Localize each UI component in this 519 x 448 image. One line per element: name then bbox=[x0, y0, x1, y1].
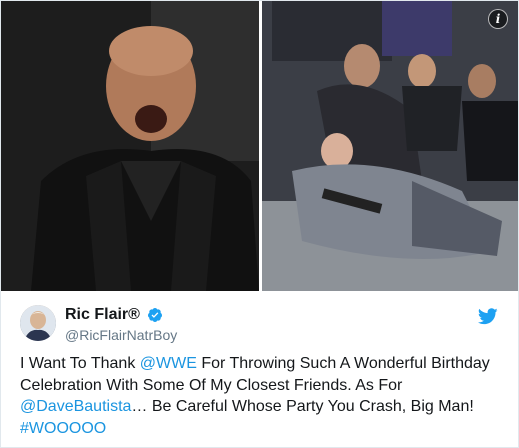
hashtag-woooooo-link[interactable]: #WOOOOO bbox=[20, 420, 106, 437]
tweet-header: Ric Flair® @RicFlairNatrBoy bbox=[20, 305, 500, 347]
info-icon[interactable]: i bbox=[488, 9, 508, 29]
mention-wwe-link[interactable]: @WWE bbox=[140, 355, 197, 372]
photo-wrestler-shouting[interactable] bbox=[1, 1, 259, 291]
verified-badge-icon bbox=[148, 308, 163, 322]
tweet-text: I Want To Thank @WWE For Throwing Such A… bbox=[20, 353, 505, 439]
tweet-text-part-3: … Be Careful Whose Party You Crash, Big … bbox=[131, 398, 474, 415]
handle[interactable]: @RicFlairNatrBoy bbox=[65, 326, 177, 344]
twitter-bird-icon[interactable] bbox=[478, 308, 498, 325]
author-names[interactable]: Ric Flair® @RicFlairNatrBoy bbox=[65, 305, 177, 344]
avatar[interactable] bbox=[20, 305, 56, 341]
tweet-text-part-1: I Want To Thank bbox=[20, 355, 140, 372]
tweet-media[interactable]: i bbox=[1, 1, 518, 291]
mention-davebautista-link[interactable]: @DaveBautista bbox=[20, 398, 131, 415]
photo-men-kneeling[interactable]: i bbox=[262, 1, 518, 291]
embedded-tweet: i Ric Flair® @RicFlairNatrBoy I Want To … bbox=[0, 0, 519, 448]
display-name[interactable]: Ric Flair® bbox=[65, 305, 140, 325]
